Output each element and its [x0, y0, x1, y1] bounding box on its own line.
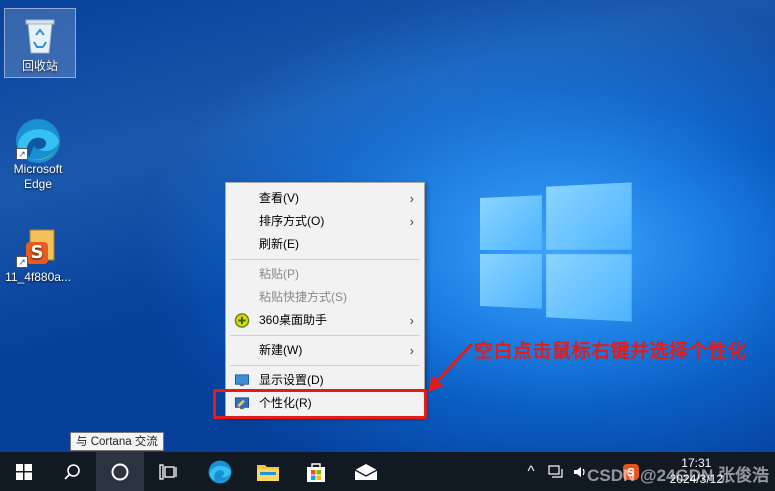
desktop-icon-label: 回收站	[21, 59, 58, 73]
menu-item-label: 360桌面助手	[259, 313, 328, 327]
menu-item-label: 新建(W)	[259, 343, 303, 357]
taskbar-edge[interactable]	[196, 452, 244, 491]
menu-item-sort[interactable]: 排序方式(O) ›	[226, 210, 424, 233]
svg-text:S: S	[31, 242, 44, 263]
desktop-icon-label: 11_4f880a...	[5, 270, 71, 284]
menu-item-label: 排序方式(O)	[259, 214, 325, 228]
folder-icon	[257, 464, 279, 481]
menu-item-label: 显示设置(D)	[259, 373, 324, 387]
search-icon	[64, 463, 80, 480]
volume-icon[interactable]	[572, 465, 588, 479]
shortcut-arrow-icon: ↗	[16, 148, 28, 160]
taskbar-store[interactable]	[292, 452, 340, 491]
menu-item-label: 刷新(E)	[259, 237, 299, 251]
desktop-icon-installer[interactable]: S ↗ 11_4f880a...	[2, 220, 74, 285]
desktop-icon-edge[interactable]: ↗ Microsoft Edge	[2, 112, 74, 192]
chevron-right-icon: ›	[409, 343, 414, 358]
annotation-highlight-box	[213, 389, 427, 419]
menu-separator	[230, 365, 420, 366]
recycle-bin-icon	[18, 13, 62, 57]
menu-item-paste-shortcut: 粘贴快捷方式(S)	[226, 286, 424, 309]
360-assistant-icon	[234, 313, 250, 328]
cortana-button[interactable]	[96, 452, 144, 491]
wallpaper-windows-logo	[480, 182, 632, 322]
menu-item-label: 查看(V)	[259, 191, 299, 205]
mail-icon	[354, 463, 378, 480]
menu-separator	[230, 259, 420, 260]
task-view-icon	[159, 463, 177, 480]
menu-item-label: 粘贴快捷方式(S)	[259, 290, 347, 304]
context-menu: 查看(V) › 排序方式(O) › 刷新(E) 粘贴(P) 粘贴快捷方式(S) …	[225, 182, 425, 417]
tray-overflow-chevron-icon[interactable]: ^	[522, 463, 540, 480]
desktop[interactable]: 回收站 ↗ Microsoft Edge S ↗ 11_4f880a... 查看…	[0, 0, 775, 452]
task-view-button[interactable]	[144, 452, 192, 491]
menu-item-new[interactable]: 新建(W) ›	[226, 339, 424, 362]
shortcut-arrow-icon: ↗	[16, 256, 28, 268]
menu-item-label: 粘贴(P)	[259, 267, 299, 281]
windows-start-icon	[16, 463, 32, 480]
network-icon[interactable]	[548, 464, 564, 479]
edge-icon	[208, 460, 232, 483]
annotation-text: 空白点击鼠标右键并选择个性化	[474, 341, 748, 362]
monitor-icon	[234, 374, 250, 387]
search-button[interactable]	[48, 452, 96, 491]
desktop-icon-recycle-bin[interactable]: 回收站	[4, 8, 76, 78]
edge-icon: ↗	[16, 116, 60, 163]
taskbar-file-explorer[interactable]	[244, 452, 292, 491]
menu-separator	[230, 335, 420, 336]
installer-icon: S ↗	[16, 224, 60, 268]
menu-item-360-desk-assistant[interactable]: 360桌面助手 ›	[226, 309, 424, 332]
menu-item-paste: 粘贴(P)	[226, 263, 424, 286]
csdn-watermark: CSDN @24GDN 张俊浩	[587, 466, 769, 485]
annotation-arrow-icon	[428, 342, 474, 392]
chevron-right-icon: ›	[409, 313, 414, 328]
chevron-right-icon: ›	[409, 191, 414, 206]
start-button[interactable]	[0, 452, 48, 491]
desktop-icon-label: Microsoft Edge	[13, 162, 63, 191]
menu-item-refresh[interactable]: 刷新(E)	[226, 233, 424, 256]
menu-item-view[interactable]: 查看(V) ›	[226, 187, 424, 210]
cortana-icon	[111, 463, 129, 480]
cortana-tooltip: 与 Cortana 交流	[70, 432, 164, 451]
store-icon	[307, 462, 325, 482]
taskbar-mail[interactable]	[342, 452, 390, 491]
chevron-right-icon: ›	[409, 214, 414, 229]
